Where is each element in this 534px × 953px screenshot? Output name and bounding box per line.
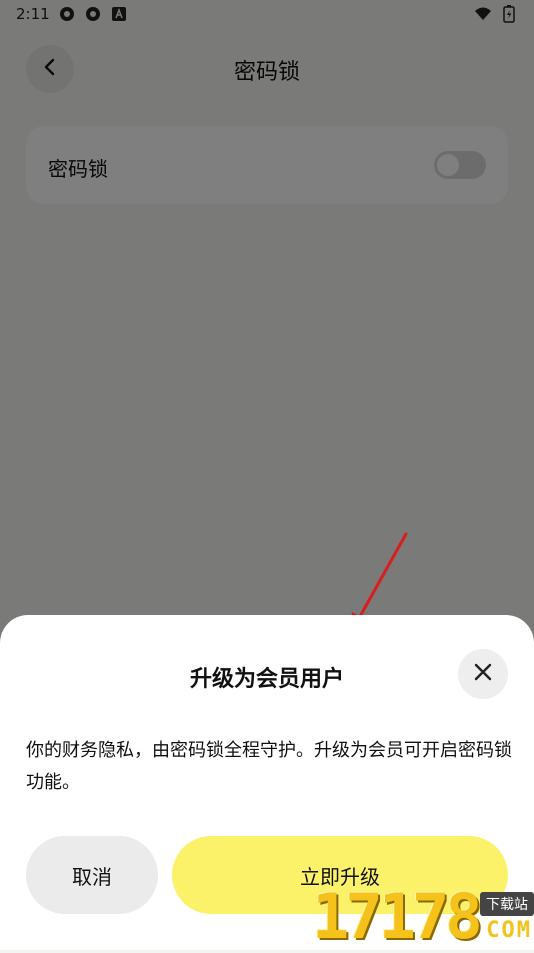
dialog-title: 升级为会员用户 bbox=[189, 667, 344, 692]
close-icon bbox=[474, 663, 492, 685]
dialog-message: 你的财务隐私，由密码锁全程守护。升级为会员可开启密码锁功能。 bbox=[26, 740, 512, 793]
watermark-suffix: COM bbox=[486, 918, 532, 943]
watermark-digits: 17178 bbox=[312, 880, 483, 953]
cancel-button[interactable]: 取消 bbox=[26, 836, 158, 914]
watermark-tag: 下载站 bbox=[480, 892, 534, 916]
close-button[interactable] bbox=[458, 649, 508, 699]
site-watermark-logo: 17178 下载站 COM bbox=[312, 882, 534, 950]
